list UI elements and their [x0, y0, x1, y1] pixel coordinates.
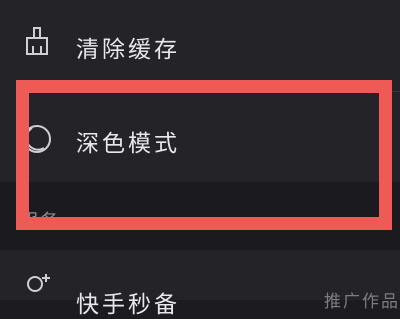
broom-icon — [26, 27, 48, 55]
moon-icon — [23, 125, 51, 153]
settings-item-label: 深色模式 — [76, 131, 180, 157]
settings-item-clear-cache[interactable] — [0, 0, 400, 92]
section-title: 服务 — [20, 211, 60, 232]
settings-item-label: 清除缓存 — [76, 37, 180, 63]
section-header — [0, 182, 400, 250]
settings-item-label: 快手秒备 — [76, 292, 180, 318]
sparkle-user-icon — [27, 274, 50, 292]
settings-item-dark-mode[interactable] — [0, 92, 400, 182]
